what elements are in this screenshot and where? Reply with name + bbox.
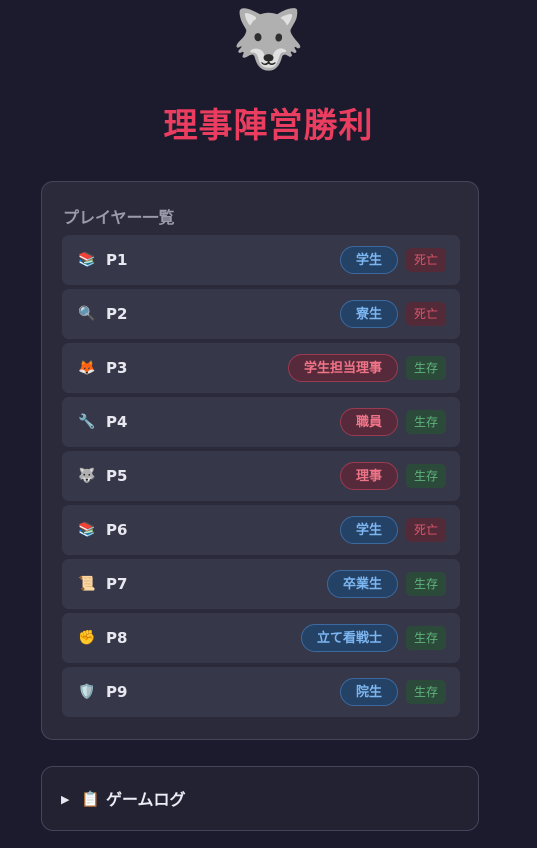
status-badge: 死亡 [405, 248, 446, 272]
player-name: P4 [106, 413, 128, 431]
player-row: 📜 P7 卒業生 生存 [62, 559, 460, 609]
player-tags: 学生担当理事 生存 [287, 354, 446, 382]
fist-icon: ✊ [78, 630, 96, 646]
game-log-label: ゲームログ [106, 790, 186, 809]
game-log-toggle[interactable]: ▶ 📋 ゲームログ [41, 766, 479, 831]
player-tags: 職員 生存 [339, 408, 446, 436]
player-name: P1 [106, 251, 128, 269]
player-name: P9 [106, 683, 128, 701]
player-name: P7 [106, 575, 128, 593]
role-badge: 立て看戦士 [300, 624, 398, 652]
role-badge: 院生 [339, 678, 398, 706]
status-badge: 死亡 [405, 518, 446, 542]
role-badge: 学生 [339, 516, 398, 544]
books-icon: 📚 [78, 522, 96, 538]
player-tags: 立て看戦士 生存 [300, 624, 446, 652]
player-name: P3 [106, 359, 128, 377]
role-badge: 理事 [339, 462, 398, 490]
player-tags: 寮生 死亡 [339, 300, 446, 328]
player-row: 🐺 P5 理事 生存 [62, 451, 460, 501]
shield-icon: 🛡️ [78, 684, 96, 700]
player-row: 📚 P6 学生 死亡 [62, 505, 460, 555]
wrench-icon: 🔧 [78, 414, 96, 430]
player-name: P2 [106, 305, 128, 323]
player-tags: 院生 生存 [339, 678, 446, 706]
expand-arrow-icon: ▶ [61, 793, 70, 806]
player-row: 🔧 P4 職員 生存 [62, 397, 460, 447]
role-badge: 寮生 [339, 300, 398, 328]
player-tags: 学生 死亡 [339, 516, 446, 544]
scroll-icon: 📜 [78, 576, 96, 592]
status-badge: 生存 [405, 410, 446, 434]
magnifier-icon: 🔍 [78, 306, 96, 322]
status-badge: 死亡 [405, 302, 446, 326]
wolf-icon: 🐺 [232, 5, 305, 73]
player-name: P5 [106, 467, 128, 485]
status-badge: 生存 [405, 356, 446, 380]
role-badge: 卒業生 [326, 570, 398, 598]
status-badge: 生存 [405, 464, 446, 488]
result-page: 🐺 理事陣営勝利 プレイヤー一覧 📚 P1 学生 死亡 🔍 P2 寮生 死亡 🦊 P3 学生担当理事… [0, 0, 537, 848]
player-row: 🛡️ P9 院生 生存 [62, 667, 460, 717]
wolf-icon: 🐺 [78, 468, 96, 484]
player-list-panel: プレイヤー一覧 📚 P1 学生 死亡 🔍 P2 寮生 死亡 🦊 P3 学生担当理事 生存 🔧 P4 職員 生存… [41, 181, 479, 740]
player-row: 📚 P1 学生 死亡 [62, 235, 460, 285]
status-badge: 生存 [405, 680, 446, 704]
player-tags: 学生 死亡 [339, 246, 446, 274]
status-badge: 生存 [405, 572, 446, 596]
fox-icon: 🦊 [78, 360, 96, 376]
player-row: 🦊 P3 学生担当理事 生存 [62, 343, 460, 393]
role-badge: 学生 [339, 246, 398, 274]
player-name: P8 [106, 629, 128, 647]
player-list: 📚 P1 学生 死亡 🔍 P2 寮生 死亡 🦊 P3 学生担当理事 生存 🔧 P4 職員 生存 🐺 P5 理事 生存 📚… [62, 235, 460, 721]
status-badge: 生存 [405, 626, 446, 650]
player-tags: 卒業生 生存 [326, 570, 446, 598]
player-name: P6 [106, 521, 128, 539]
result-title: 理事陣営勝利 [163, 106, 374, 146]
role-badge: 学生担当理事 [287, 354, 398, 382]
player-row: 🔍 P2 寮生 死亡 [62, 289, 460, 339]
role-badge: 職員 [339, 408, 398, 436]
player-tags: 理事 生存 [339, 462, 446, 490]
player-list-heading: プレイヤー一覧 [63, 208, 175, 227]
books-icon: 📚 [78, 252, 96, 268]
clipboard-icon: 📋 [81, 790, 100, 808]
player-row: ✊ P8 立て看戦士 生存 [62, 613, 460, 663]
